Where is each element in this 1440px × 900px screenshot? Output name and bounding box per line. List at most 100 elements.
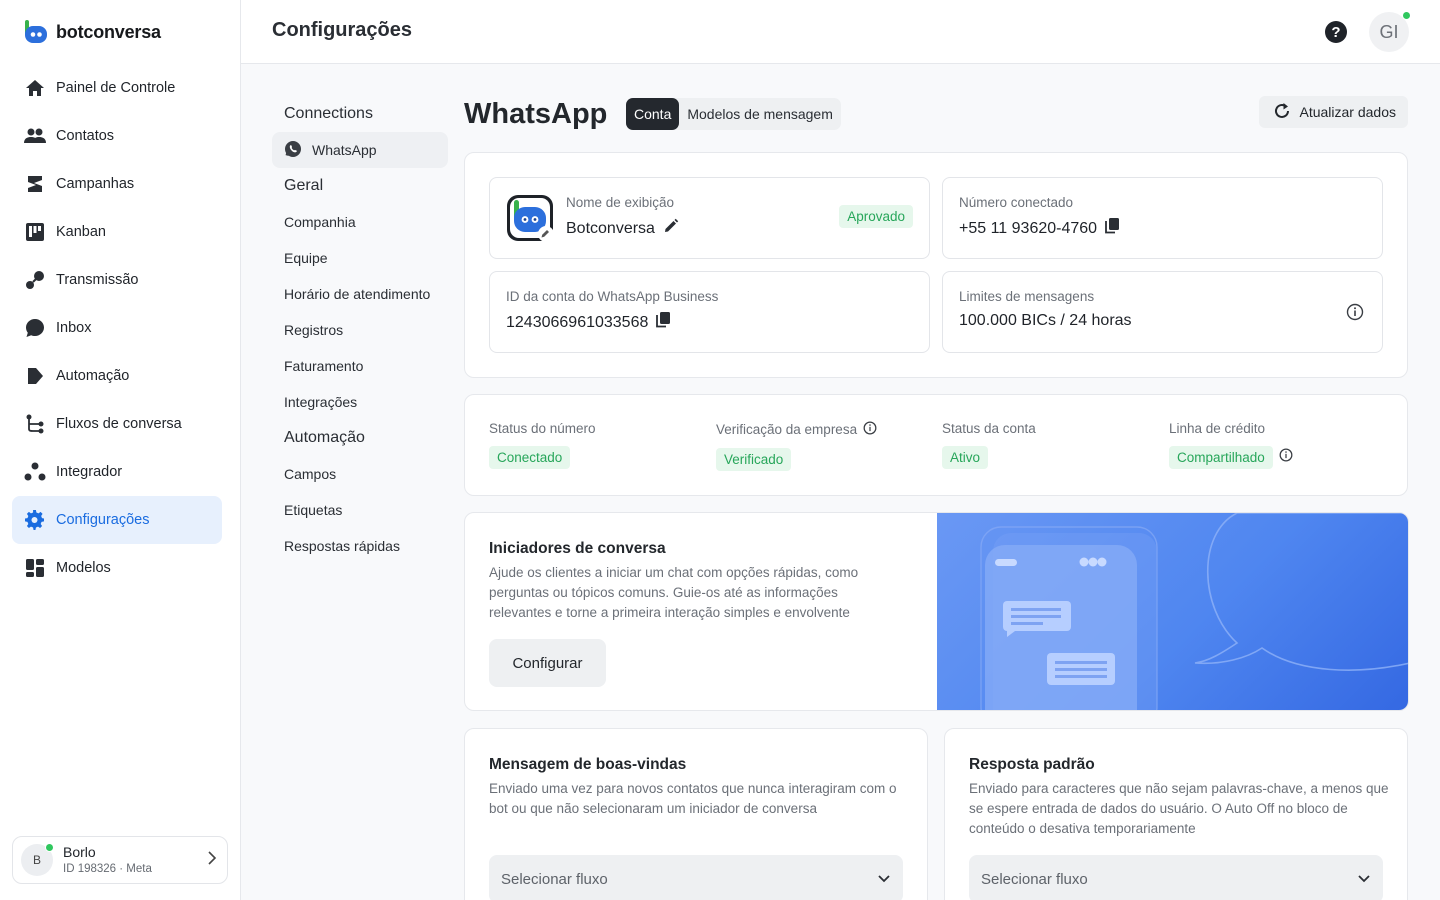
sidebar-item-modelos[interactable]: Modelos xyxy=(12,544,222,592)
message-limits-label: Limites de mensagens xyxy=(959,289,1095,304)
page-title: Configurações xyxy=(272,19,413,41)
user-avatar[interactable]: GI xyxy=(1369,11,1411,52)
settings-item-etiquetas[interactable]: Etiquetas xyxy=(272,492,448,528)
display-name-text: Botconversa xyxy=(566,219,655,237)
user-initials: GI xyxy=(1379,21,1399,42)
broadcast-icon xyxy=(24,269,46,291)
sidebar-item-label: Transmissão xyxy=(56,272,139,288)
welcome-flow-select[interactable]: Selecionar fluxo xyxy=(489,855,903,900)
info-icon[interactable] xyxy=(1346,303,1364,326)
message-limits-value: 100.000 BICs / 24 horas xyxy=(959,312,1132,329)
default-reply-title: Resposta padrão xyxy=(969,756,1095,773)
settings-item-faturamento[interactable]: Faturamento xyxy=(272,348,448,384)
select-placeholder: Selecionar fluxo xyxy=(981,870,1088,888)
settings-item-integracoes[interactable]: Integrações xyxy=(272,384,448,420)
botconversa-logo-icon xyxy=(24,20,48,44)
kanban-icon xyxy=(24,221,46,243)
refresh-label: Atualizar dados xyxy=(1299,104,1396,120)
copy-icon[interactable] xyxy=(1105,218,1120,239)
starters-title: Iniciadores de conversa xyxy=(489,540,666,557)
settings-item-whatsapp[interactable]: WhatsApp xyxy=(272,132,448,168)
chevron-down-icon xyxy=(1357,871,1371,888)
sidebar-item-kanban[interactable]: Kanban xyxy=(12,208,222,256)
online-status-dot xyxy=(45,843,54,852)
settings-item-registros[interactable]: Registros xyxy=(272,312,448,348)
welcome-description: Enviado uma vez para novos contatos que … xyxy=(489,781,897,816)
status-badge: Conectado xyxy=(489,446,571,469)
account-initial: B xyxy=(32,853,41,867)
tab-modelos-mensagem[interactable]: Modelos de mensagem xyxy=(679,98,841,130)
gear-icon xyxy=(24,509,46,531)
account-name: Borlo xyxy=(63,843,96,860)
settings-heading-connections: Connections xyxy=(284,105,373,122)
sidebar-item-transmissao[interactable]: Transmissão xyxy=(12,256,222,304)
sidebar-item-fluxos[interactable]: Fluxos de conversa xyxy=(12,400,222,448)
info-icon[interactable] xyxy=(863,421,877,438)
settings-item-campos[interactable]: Campos xyxy=(272,456,448,492)
status-badge: Aprovado xyxy=(839,205,913,228)
whatsapp-icon xyxy=(284,140,302,161)
settings-item-horario[interactable]: Horário de atendimento xyxy=(272,276,448,312)
sidebar: botconversa Painel de Controle Contatos … xyxy=(0,0,241,900)
sidebar-item-label: Integrador xyxy=(56,464,123,480)
sidebar-item-label: Configurações xyxy=(56,512,150,528)
settings-item-companhia[interactable]: Companhia xyxy=(272,204,448,240)
conversation-starters-card: Iniciadores de conversa Ajude os cliente… xyxy=(464,512,1409,711)
welcome-message-card: Mensagem de boas-vindas Enviado uma vez … xyxy=(464,728,928,900)
refresh-data-button[interactable]: Atualizar dados xyxy=(1259,96,1408,128)
sidebar-item-automacao[interactable]: Automação xyxy=(12,352,222,400)
brand-logo[interactable]: botconversa xyxy=(24,20,161,44)
status-badge: Compartilhado xyxy=(1169,446,1273,469)
connected-number-value: +55 11 93620-4760 xyxy=(959,218,1120,239)
connected-number-label: Número conectado xyxy=(959,195,1074,210)
pencil-icon[interactable] xyxy=(663,218,679,239)
chat-icon xyxy=(24,317,46,339)
sidebar-item-painel[interactable]: Painel de Controle xyxy=(12,64,222,112)
waba-id-text: 1243066961033568 xyxy=(506,313,649,331)
sidebar-item-integrador[interactable]: Integrador xyxy=(12,448,222,496)
integrator-icon xyxy=(24,461,46,483)
sidebar-item-inbox[interactable]: Inbox xyxy=(12,304,222,352)
sidebar-item-label: Modelos xyxy=(56,560,111,576)
account-switcher[interactable]: B Borlo ID 198326 · Meta xyxy=(12,836,228,884)
tab-conta[interactable]: Conta xyxy=(626,98,680,130)
status-label: Status do número xyxy=(489,421,596,436)
status-label-row: Verificação da empresa xyxy=(716,421,877,438)
status-label: Status da conta xyxy=(942,421,1036,436)
sidebar-nav: Painel de Controle Contatos Campanhas Ka… xyxy=(12,64,222,592)
flow-icon xyxy=(24,413,46,435)
display-name-value: Botconversa xyxy=(566,218,679,239)
display-name-label: Nome de exibição xyxy=(566,195,675,210)
brand-name: botconversa xyxy=(56,21,161,42)
sidebar-item-contatos[interactable]: Contatos xyxy=(12,112,222,160)
sidebar-item-campanhas[interactable]: Campanhas xyxy=(12,160,222,208)
status-value-row: Compartilhado xyxy=(1169,446,1293,469)
campaign-icon xyxy=(24,173,46,195)
sidebar-item-label: Painel de Controle xyxy=(56,80,176,96)
waba-id-label: ID da conta do WhatsApp Business xyxy=(506,289,719,304)
default-reply-description: Enviado para caracteres que não sejam pa… xyxy=(969,781,1389,836)
copy-icon[interactable] xyxy=(656,312,671,333)
default-reply-flow-select[interactable]: Selecionar fluxo xyxy=(969,855,1383,900)
status-numero: Status do número Conectado xyxy=(489,421,596,469)
sidebar-item-configuracoes[interactable]: Configurações xyxy=(12,496,222,544)
settings-item-equipe[interactable]: Equipe xyxy=(272,240,448,276)
sidebar-item-label: Inbox xyxy=(56,320,92,336)
profile-avatar[interactable] xyxy=(506,194,554,242)
configure-button[interactable]: Configurar xyxy=(489,639,606,687)
status-card: Status do número Conectado Verificação d… xyxy=(464,394,1408,496)
question-circle-icon[interactable]: ? xyxy=(1325,21,1347,43)
info-icon[interactable] xyxy=(1279,448,1293,467)
account-avatar: B xyxy=(21,843,54,876)
sidebar-item-label: Automação xyxy=(56,368,130,384)
status-credito: Linha de crédito Compartilhado xyxy=(1169,421,1293,469)
account-id: ID 198326 · Meta xyxy=(63,862,152,875)
starters-description: Ajude os clientes a iniciar um chat com … xyxy=(489,565,859,620)
users-icon xyxy=(24,125,46,147)
waba-id-card: ID da conta do WhatsApp Business 1243066… xyxy=(489,271,930,353)
status-label: Verificação da empresa xyxy=(716,422,858,437)
home-icon xyxy=(24,77,46,99)
sidebar-item-label: Fluxos de conversa xyxy=(56,416,182,432)
default-reply-card: Resposta padrão Enviado para caracteres … xyxy=(944,728,1408,900)
settings-item-respostas[interactable]: Respostas rápidas xyxy=(272,528,448,564)
